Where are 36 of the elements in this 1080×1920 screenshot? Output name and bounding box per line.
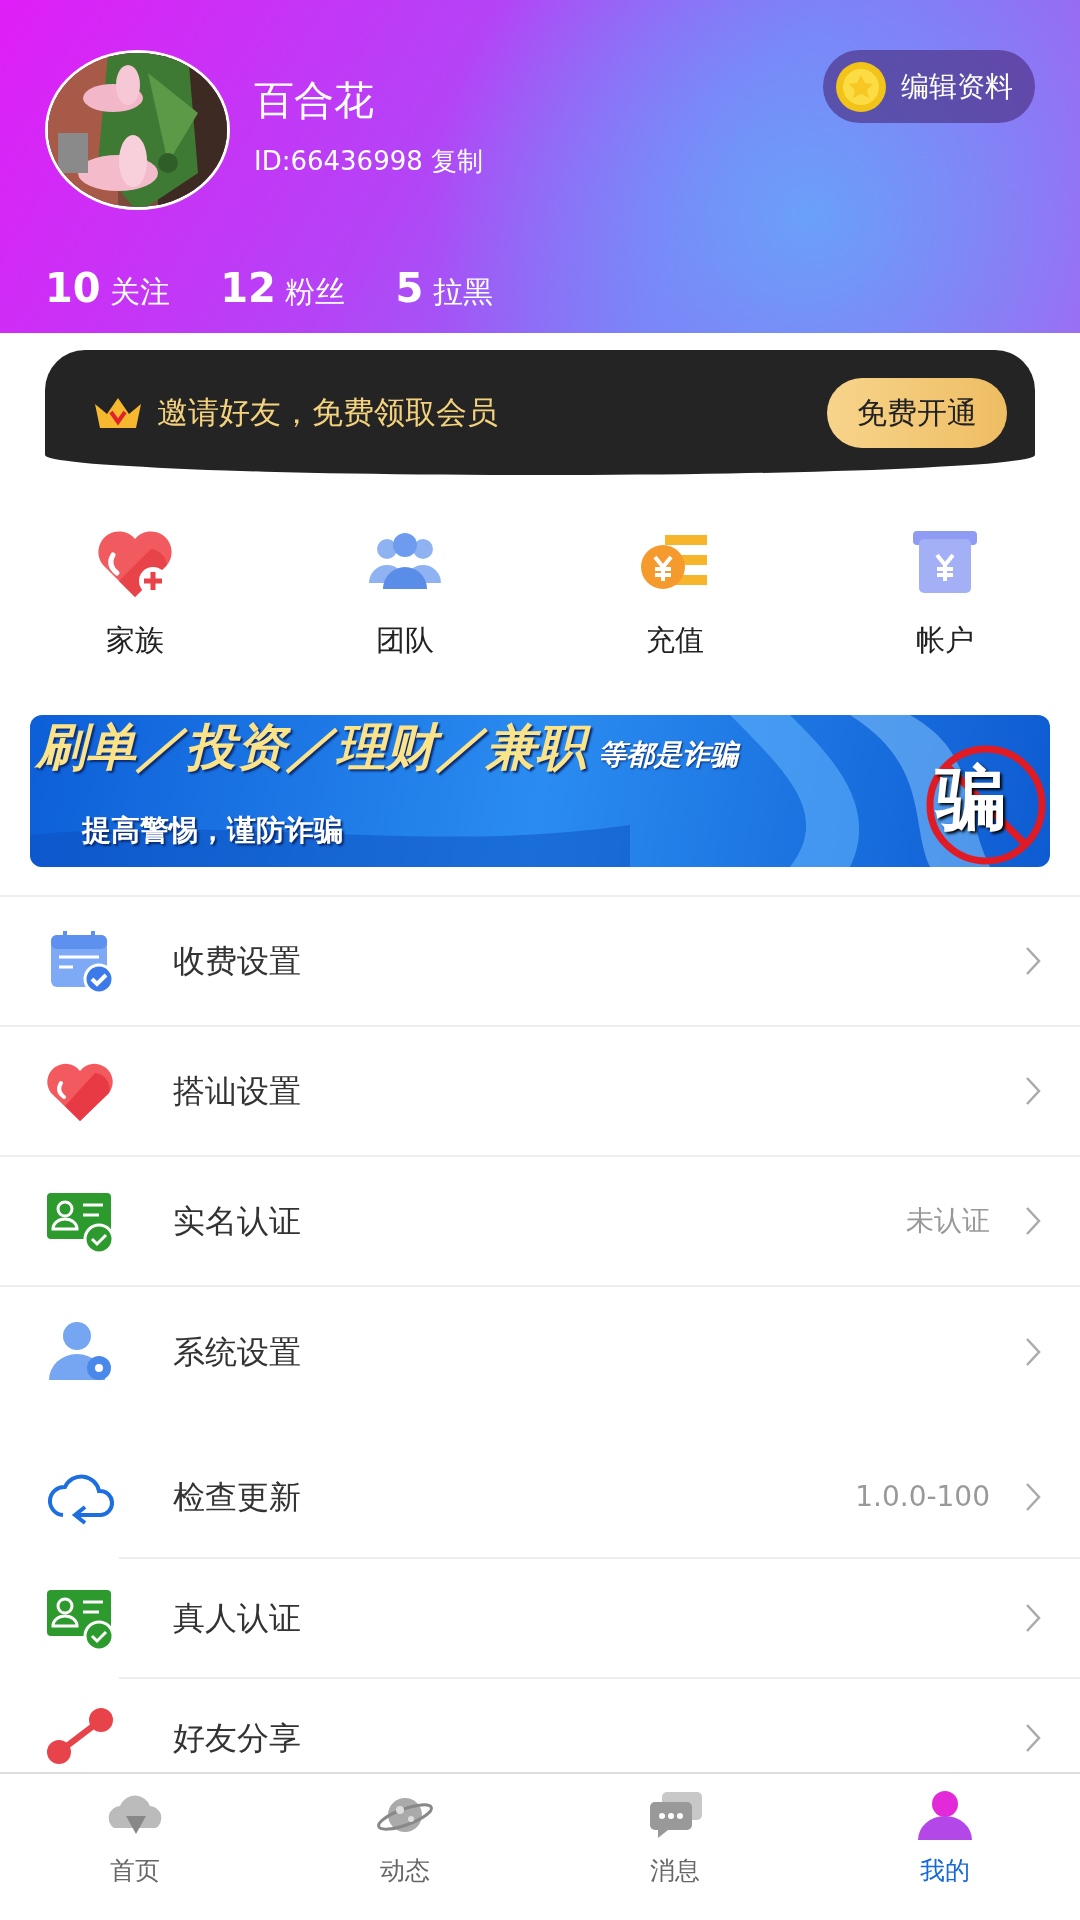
menu-label[interactable]: 真人认证 [173, 1594, 301, 1642]
menu-label[interactable]: 系统设置 [173, 1328, 301, 1376]
menu-label[interactable]: 实名认证 [173, 1197, 301, 1245]
menu-label[interactable]: 搭讪设置 [173, 1067, 301, 1115]
chevron-right-icon [1024, 1336, 1042, 1368]
nav-tab[interactable]: 我的 [810, 1774, 1080, 1920]
shortcut-label[interactable]: 帐户 [916, 619, 974, 663]
shortcut-label[interactable]: 家族 [106, 619, 164, 663]
chevron-right-icon [1024, 945, 1042, 977]
chevron-right-icon [1024, 1602, 1042, 1634]
chevron-right-icon [1024, 1481, 1042, 1513]
fraud-subline: 提高警惕，谨防诈骗 [82, 812, 343, 849]
edit-profile-button[interactable]: 编辑资料 [823, 50, 1035, 123]
nav-tab[interactable]: 消息 [540, 1774, 810, 1920]
chevron-right-icon [1024, 1722, 1042, 1754]
menu-label[interactable]: 检查更新 [173, 1473, 301, 1521]
user-id: ID:66436998 [254, 145, 423, 178]
chevron-right-icon [1024, 1205, 1042, 1237]
menu-value: 1.0.0-100 [855, 1479, 990, 1515]
chevron-right-icon [1024, 1075, 1042, 1107]
coin-icon [835, 60, 887, 113]
activate-button[interactable]: 免费开通 [827, 377, 1007, 448]
user-name: 百合花 [254, 80, 375, 120]
nav-tab[interactable]: 动态 [270, 1774, 540, 1920]
fraud-headline: 刷单／投资／理财／兼职 [30, 718, 598, 776]
stat-link[interactable]: 10 关注 [45, 258, 171, 318]
invite-text: 邀请好友，免费领取会员 [157, 393, 498, 433]
menu-label[interactable]: 好友分享 [173, 1714, 301, 1762]
copy-link[interactable]: 复制 [430, 142, 483, 181]
nav-tab[interactable]: 首页 [0, 1774, 270, 1920]
stat-link[interactable]: 5 拉黑 [395, 258, 493, 318]
menu-value: 未认证 [906, 1203, 990, 1239]
stat-link[interactable]: 12 粉丝 [220, 258, 346, 318]
menu-label[interactable]: 收费设置 [173, 937, 301, 985]
shortcut-label[interactable]: 充值 [646, 619, 704, 663]
shortcut-label[interactable]: 团队 [376, 619, 434, 663]
